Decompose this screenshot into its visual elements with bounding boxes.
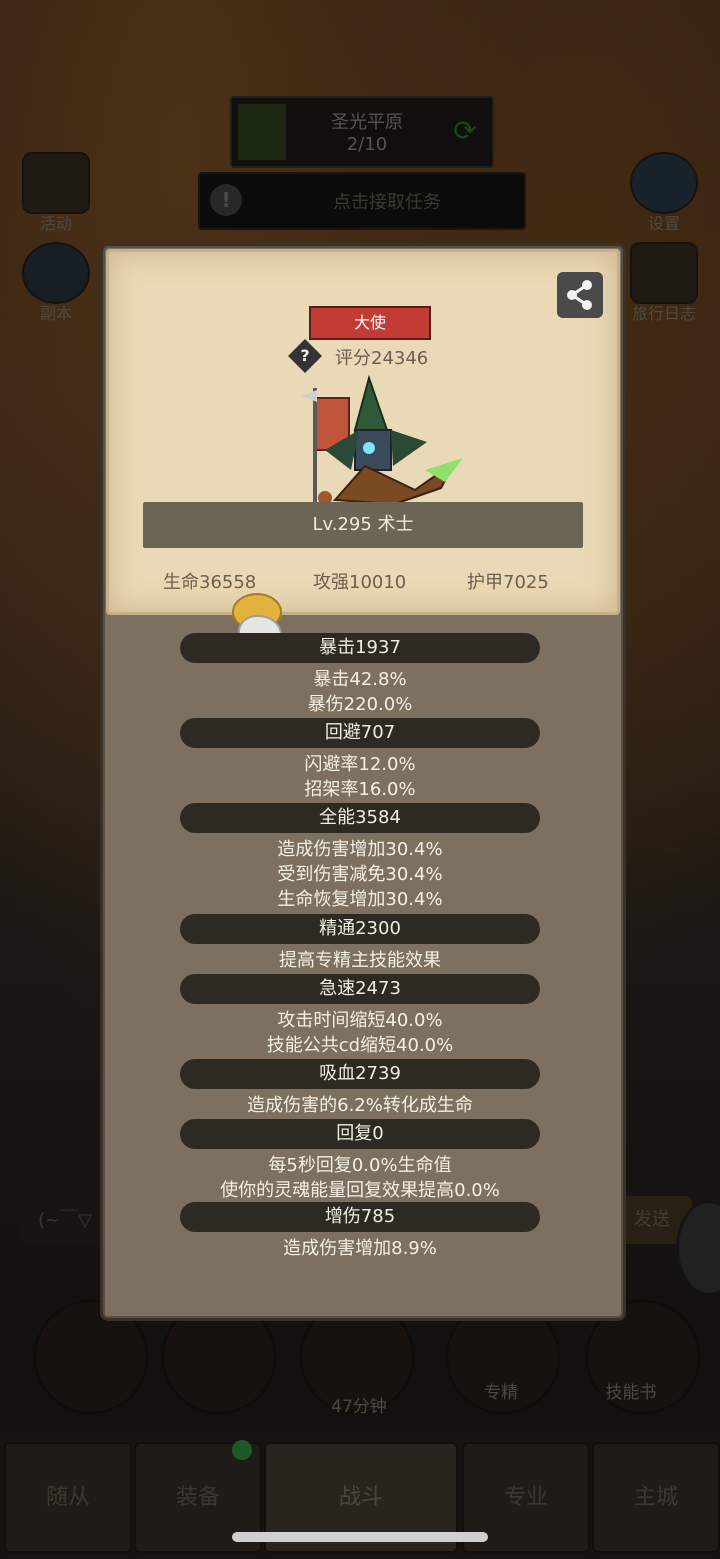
section-header-regen: 回复0 [180, 1119, 540, 1149]
stat-line: 生命恢复增加30.4% [277, 889, 443, 910]
stat-line: 招架率16.0% [304, 779, 416, 800]
share-icon [567, 280, 592, 310]
title-badge: 大使 [309, 306, 431, 340]
stat-line: 受到伤害减免30.4% [277, 864, 443, 885]
stat-line: 使你的灵魂能量回复效果提高0.0% [220, 1180, 500, 1201]
character-card: 大使 ? 评分24346 Lv.295 术士 生命36558 攻强10010 护… [106, 249, 620, 615]
section-header-crit: 暴击1937 [180, 633, 540, 663]
character-sprite [301, 374, 463, 506]
stat-line: 暴击42.8% [313, 669, 407, 690]
stat-line: 闪避率12.0% [304, 754, 416, 775]
home-indicator[interactable] [232, 1532, 488, 1542]
stat-line: 提高专精主技能效果 [279, 950, 441, 971]
section-header-haste: 急速2473 [180, 974, 540, 1004]
help-icon[interactable]: ? [288, 339, 322, 373]
character-stats-modal: 大使 ? 评分24346 Lv.295 术士 生命36558 攻强10010 护… [100, 243, 626, 1321]
stat-line: 造成伤害增加30.4% [277, 839, 443, 860]
level-class-bar: Lv.295 术士 [143, 502, 583, 548]
attack-stat: 攻强10010 [313, 572, 407, 593]
stat-line: 攻击时间缩短40.0% [277, 1010, 443, 1031]
score-row: ? 评分24346 [288, 339, 469, 373]
stat-line: 技能公共cd缩短40.0% [266, 1035, 454, 1056]
stat-line: 暴伤220.0% [307, 694, 413, 715]
section-header-damage-bonus: 增伤785 [180, 1202, 540, 1232]
stat-line: 造成伤害的6.2%转化成生命 [247, 1095, 473, 1116]
stat-line: 每5秒回复0.0%生命值 [268, 1155, 452, 1176]
hp-stat: 生命36558 [163, 572, 257, 593]
section-header-avoidance: 回避707 [180, 718, 540, 748]
stat-line: 造成伤害增加8.9% [283, 1238, 437, 1259]
armor-stat: 护甲7025 [467, 572, 549, 593]
score-value: 评分24346 [335, 348, 429, 369]
section-header-versatility: 全能3584 [180, 803, 540, 833]
section-header-leech: 吸血2739 [180, 1059, 540, 1089]
share-button[interactable] [557, 272, 603, 318]
section-header-mastery: 精通2300 [180, 914, 540, 944]
